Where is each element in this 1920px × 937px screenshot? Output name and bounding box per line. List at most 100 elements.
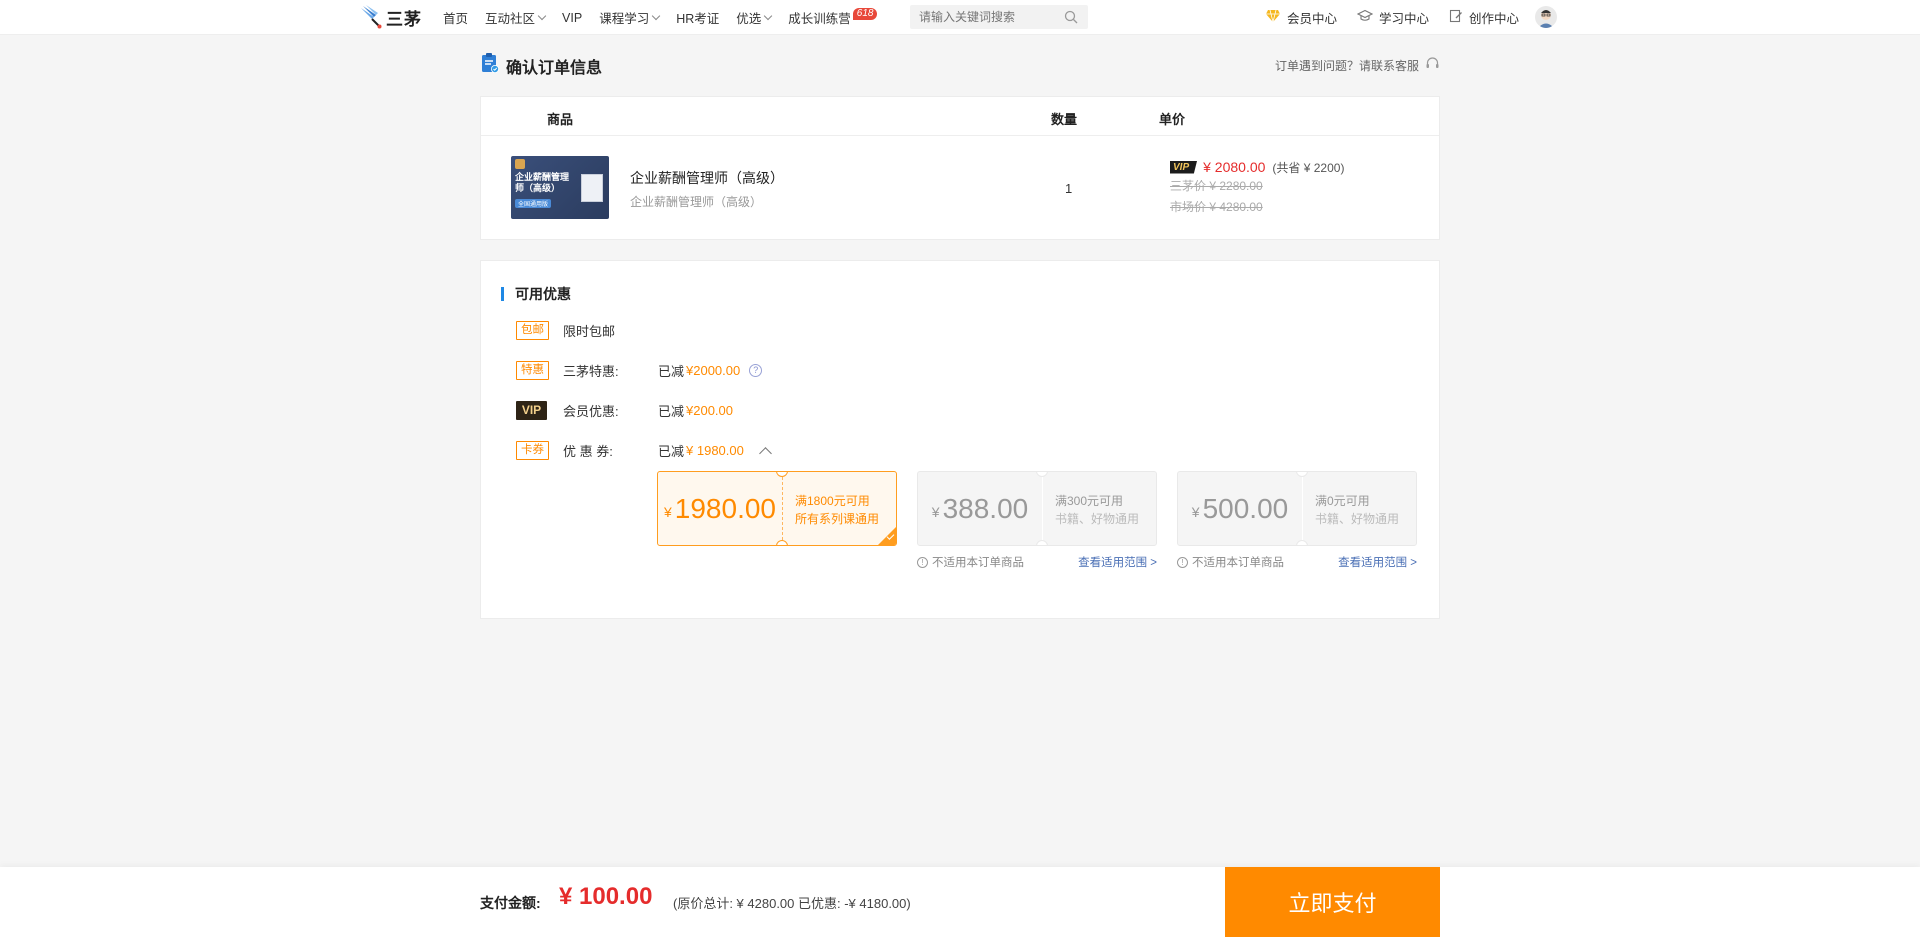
coupon-value: 388.00 <box>942 492 1029 524</box>
col-header-price: 单价 <box>1159 112 1186 127</box>
view-scope-link[interactable]: 查看适用范围 > <box>1338 554 1417 570</box>
graduation-cap-icon <box>1356 9 1379 26</box>
view-scope-link[interactable]: 查看适用范围 > <box>1078 554 1157 570</box>
coupon-divider <box>782 472 783 545</box>
nav-label: 优选 <box>736 12 762 26</box>
promo-value: 已减 ¥200.00 <box>658 401 733 420</box>
currency-symbol: ¥ <box>663 503 672 520</box>
nav-label: 会员中心 <box>1287 12 1338 26</box>
creator-center-link[interactable]: 创作中心 <box>1449 8 1519 27</box>
currency-symbol: ¥ <box>1191 503 1200 520</box>
coupon-tag: 卡券 <box>516 440 549 460</box>
market-price: 市场价 ¥ 4280.00 <box>1170 200 1263 214</box>
col-header-product: 商品 <box>547 112 574 127</box>
discount-amount: ¥2000.00 <box>686 363 741 378</box>
nav-community[interactable]: 互动社区 <box>485 8 547 27</box>
not-applicable-note: ! 不适用本订单商品 <box>917 554 1024 570</box>
not-applicable-text: 不适用本订单商品 <box>1192 557 1284 569</box>
coupon-amount: ¥ 1980.00 <box>658 472 782 545</box>
page-head: 确认订单信息 订单遇到问题？请联系客服 <box>480 52 1440 78</box>
coupon-card-selected[interactable]: ¥ 1980.00 满1800元可用 所有系列课通用 <box>657 471 897 546</box>
coupon-notch <box>776 540 788 545</box>
product-name[interactable]: 企业薪酬管理师（高级） <box>630 168 784 188</box>
thumbnail-tag: 全国通用版 <box>515 199 552 208</box>
pay-breakdown: (原价总计: ¥ 4280.00 已优惠: -¥ 4180.00) <box>673 896 911 911</box>
col-header-quantity: 数量 <box>1051 112 1078 127</box>
question-icon[interactable]: ? <box>749 364 763 377</box>
top-header: 三茅 首页 互动社区 VIP 课程学习 HR考证 优选 成长训练营618 会员中… <box>0 0 1920 35</box>
headset-icon <box>1419 56 1440 74</box>
promotions-title: 可用优惠 <box>501 284 571 304</box>
nav-courses[interactable]: 课程学习 <box>599 8 661 27</box>
search-input[interactable] <box>910 5 1050 29</box>
nav-hr-cert[interactable]: HR考证 <box>676 8 719 27</box>
special-offer-tag: 特惠 <box>516 360 549 380</box>
coupon-card-unavailable[interactable]: ¥ 500.00 满0元可用 书籍、好物通用 <box>1177 471 1417 546</box>
nav-selection[interactable]: 优选 <box>736 8 773 27</box>
promotions-panel: 可用优惠 包邮 限时包邮 特惠 三茅特惠: 已减 ¥2000.00 ? VIP … <box>480 260 1440 619</box>
coupon-scope: 所有系列课通用 <box>795 512 880 526</box>
currency-symbol: ¥ <box>931 503 940 520</box>
chevron-up-icon[interactable] <box>758 446 772 460</box>
order-clipboard-icon <box>480 52 506 79</box>
vip-tag: VIP <box>516 400 547 420</box>
search-box <box>910 5 1088 29</box>
site-logo[interactable]: 三茅 <box>358 3 422 31</box>
search-icon[interactable] <box>1064 10 1078 27</box>
nav-label: HR考证 <box>676 12 720 26</box>
vip-badge: VIP <box>1170 160 1198 174</box>
discount-prefix: 已减 <box>658 404 685 419</box>
member-center-link[interactable]: 会员中心 <box>1265 8 1337 27</box>
learning-center-link[interactable]: 学习中心 <box>1356 8 1429 27</box>
selected-check-icon <box>878 527 896 545</box>
pay-amount: ¥ 100.00 <box>559 883 653 910</box>
coupon-condition: 满1800元可用 <box>795 494 870 508</box>
nav-vip[interactable]: VIP <box>562 11 582 25</box>
page-title: 确认订单信息 <box>480 52 602 79</box>
coupon-value: 500.00 <box>1202 492 1289 524</box>
nav-label: 首页 <box>443 12 469 26</box>
promo-label: 优 惠 券: <box>563 444 613 459</box>
sanmao-price: 三茅价 ¥ 2280.00 <box>1170 179 1263 193</box>
promo-row-free-shipping: 包邮 限时包邮 <box>516 320 615 340</box>
nav-label: VIP <box>562 10 583 25</box>
coupon-footer: ! 不适用本订单商品 查看适用范围 > <box>1177 554 1417 570</box>
coupon-scope: 书籍、好物通用 <box>1315 512 1400 526</box>
diamond-icon <box>1265 9 1287 26</box>
promo-value: 已减 ¥2000.00 ? <box>658 361 763 380</box>
feather-logo-icon <box>358 4 384 30</box>
promo-row-vip: VIP 会员优惠: 已减 ¥200.00 <box>516 400 733 420</box>
product-thumbnail[interactable]: 企业薪酬管理师（高级） 全国通用版 <box>511 156 609 219</box>
order-items-table: 商品 数量 单价 企业薪酬管理师（高级） 全国通用版 企业薪酬管理师（高级） 企… <box>480 96 1440 240</box>
price-block: VIP ¥ 2080.00 (共省 ¥ 2200) 三茅价 ¥ 2280.00 … <box>1170 158 1344 217</box>
promo-value: 已减 ¥ 1980.00 <box>658 441 772 460</box>
table-header: 商品 数量 单价 <box>481 97 1439 136</box>
coupon-divider <box>1302 472 1303 545</box>
nav-label: 创作中心 <box>1469 12 1520 26</box>
coupon-description: 满1800元可用 所有系列课通用 <box>795 492 879 528</box>
contact-support-link[interactable]: 订单遇到问题？请联系客服 <box>1275 56 1440 74</box>
nav-growth-camp[interactable]: 成长训练营 618 <box>788 7 878 27</box>
coupon-card-unavailable[interactable]: ¥ 388.00 满300元可用 书籍、好物通用 <box>917 471 1157 546</box>
promo-label: 三茅特惠: <box>563 364 619 379</box>
coupon-condition: 满0元可用 <box>1315 494 1370 508</box>
coupon-value: 1980.00 <box>674 492 776 524</box>
thumbnail-title: 企业薪酬管理师（高级） <box>515 172 570 193</box>
nav-home[interactable]: 首页 <box>443 8 468 27</box>
info-icon: ! <box>917 556 928 568</box>
nav-label: 成长训练营 <box>788 12 851 26</box>
user-nav: 会员中心 学习中心 创作中心 <box>1265 0 1539 35</box>
coupon-amount: ¥ 388.00 <box>918 472 1042 545</box>
pay-now-button[interactable]: 立即支付 <box>1225 867 1440 937</box>
discount-amount: ¥ 1980.00 <box>686 443 744 458</box>
promo-row-coupon: 卡券 优 惠 券: 已减 ¥ 1980.00 <box>516 440 772 460</box>
coupon-description: 满0元可用 书籍、好物通用 <box>1315 492 1399 528</box>
chevron-down-icon <box>651 11 661 20</box>
page-title-text: 确认订单信息 <box>506 59 603 77</box>
info-icon: ! <box>1177 556 1188 568</box>
discount-prefix: 已减 <box>658 364 685 379</box>
pay-label: 支付金额: <box>480 895 541 911</box>
coupon-amount: ¥ 500.00 <box>1178 472 1302 545</box>
user-avatar[interactable] <box>1535 6 1557 28</box>
nav-label: 课程学习 <box>599 12 650 26</box>
